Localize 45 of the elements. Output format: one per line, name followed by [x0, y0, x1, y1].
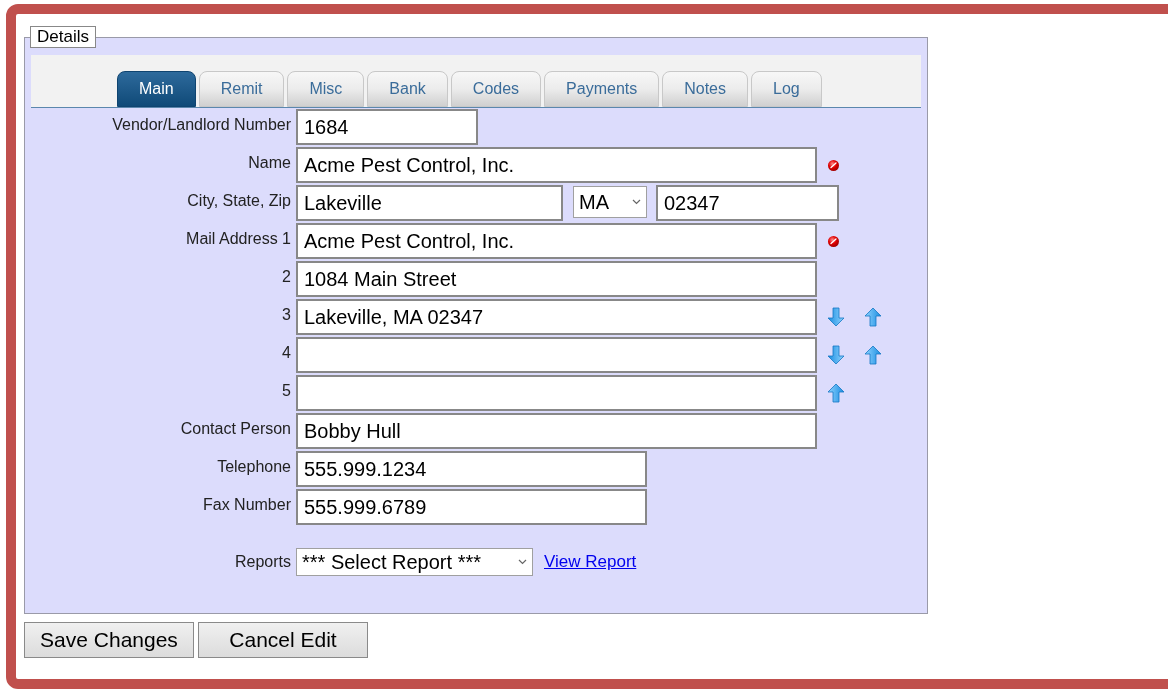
field-label: 3 — [281, 305, 292, 324]
tab[interactable]: Notes — [662, 71, 748, 107]
input-field[interactable]: 1684 — [296, 109, 478, 145]
field-label: City, State, Zip — [186, 191, 292, 210]
tab[interactable]: Remit — [198, 71, 285, 107]
field-label: Contact Person — [179, 419, 292, 438]
field-label: Fax Number — [201, 495, 292, 514]
form-button[interactable]: Cancel Edit — [198, 622, 368, 658]
up-arrow-icon[interactable] — [864, 345, 882, 365]
input-field[interactable]: Acme Pest Control, Inc. — [296, 147, 817, 183]
input-field[interactable]: Lakeville — [296, 185, 563, 221]
down-arrow-icon[interactable] — [827, 345, 845, 365]
down-arrow-icon[interactable] — [827, 307, 845, 327]
field-label: Telephone — [216, 457, 292, 476]
field-label: 5 — [281, 381, 292, 400]
input-field[interactable]: 02347 — [656, 185, 839, 221]
input-field[interactable]: Lakeville, MA 02347 — [296, 299, 817, 335]
panel-legend: Details — [30, 26, 96, 48]
input-field[interactable]: 555.999.6789 — [296, 489, 647, 525]
field-label: 2 — [281, 267, 292, 286]
report-select[interactable]: *** Select Report *** — [296, 548, 533, 576]
input-field[interactable]: Bobby Hull — [296, 413, 817, 449]
tab[interactable]: Payments — [544, 71, 660, 107]
tab[interactable]: Bank — [367, 71, 448, 107]
up-arrow-icon[interactable] — [864, 307, 882, 327]
input-field[interactable]: 1084 Main Street — [296, 261, 817, 297]
field-label: 4 — [281, 343, 292, 362]
input-field[interactable] — [296, 337, 817, 373]
field-label: Name — [247, 153, 292, 172]
input-field[interactable]: Acme Pest Control, Inc. — [296, 223, 817, 259]
tab[interactable]: Misc — [287, 71, 365, 107]
input-field[interactable]: 555.999.1234 — [296, 451, 647, 487]
form-button[interactable]: Save Changes — [24, 622, 194, 658]
input-field[interactable] — [296, 375, 817, 411]
tab[interactable]: Main — [117, 71, 196, 107]
chevron-icon — [632, 199, 641, 205]
reports-label: Reports — [233, 552, 292, 572]
view-report-link[interactable]: View Report — [544, 549, 637, 575]
state-select[interactable]: MA — [573, 186, 647, 218]
tab[interactable]: Codes — [450, 71, 542, 107]
field-label: Mail Address 1 — [185, 229, 292, 248]
field-label: Vendor/Landlord Number — [111, 115, 292, 134]
tab[interactable]: Log — [751, 71, 822, 107]
chevron-icon — [518, 559, 527, 565]
up-arrow-icon[interactable] — [827, 383, 845, 403]
